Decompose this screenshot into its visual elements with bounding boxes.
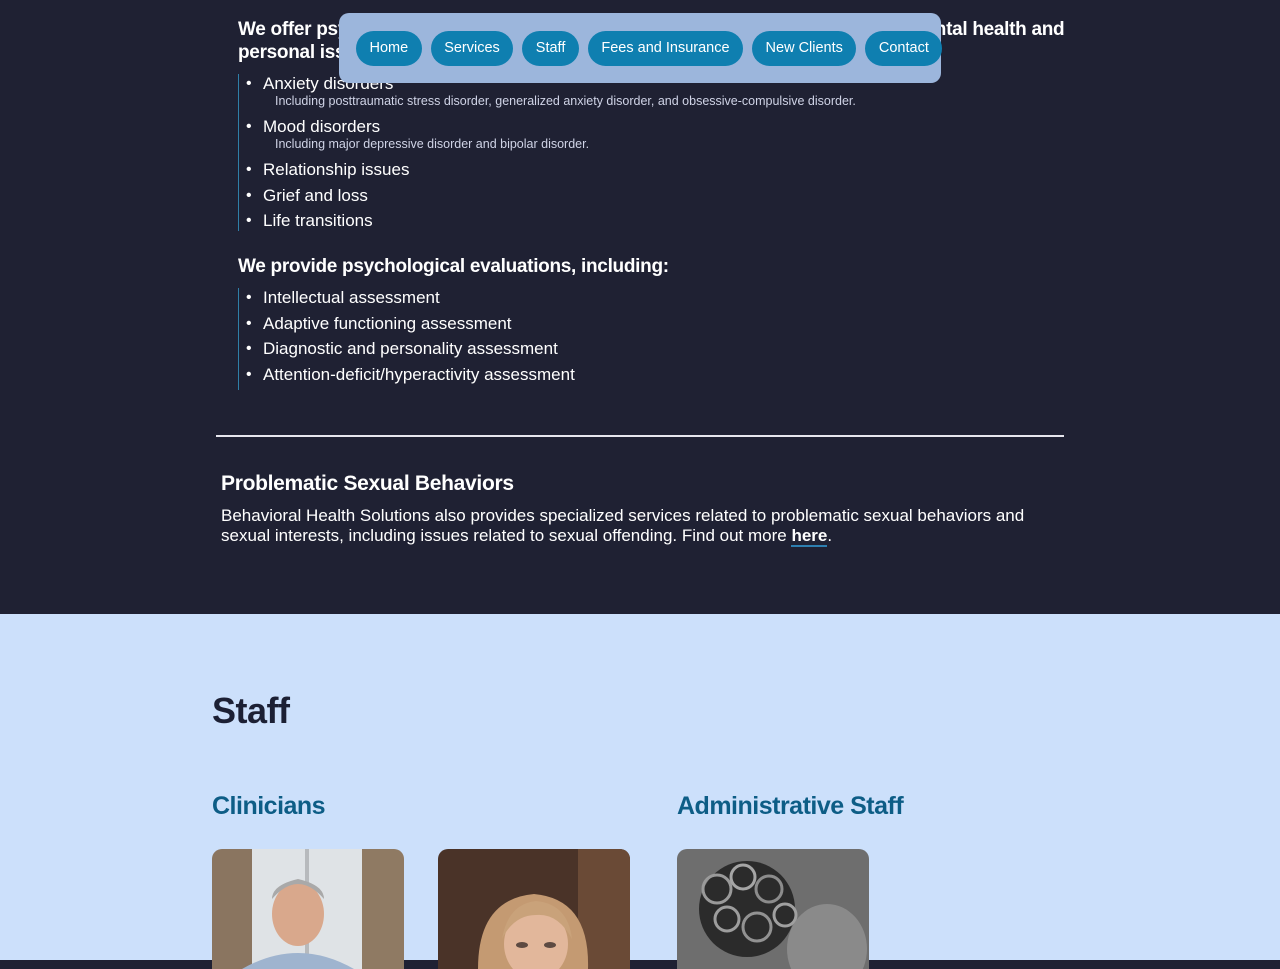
main-navigation: Home Services Staff Fees and Insurance N… bbox=[339, 13, 943, 83]
nav-services-button[interactable]: Services bbox=[430, 31, 514, 66]
list-item: • Diagnostic and personality assessment bbox=[246, 339, 558, 358]
clinicians-heading: Clinicians bbox=[212, 792, 326, 820]
condition-label: Relationship issues bbox=[263, 160, 410, 179]
psb-title: Problematic Sexual Behaviors bbox=[221, 472, 514, 495]
nav-fees-button[interactable]: Fees and Insurance bbox=[587, 31, 744, 66]
evaluation-label: Intellectual assessment bbox=[263, 288, 440, 307]
staff-section: Staff Clinicians Administrative Staff bbox=[0, 614, 1280, 969]
condition-detail: Including posttraumatic stress disorder,… bbox=[275, 94, 856, 108]
services-section: We offer psychotherapy for children, ado… bbox=[0, 0, 1280, 614]
evaluations-heading: We provide psychological evaluations, in… bbox=[238, 256, 669, 277]
condition-label: Grief and loss bbox=[263, 185, 368, 205]
portrait-image bbox=[677, 849, 869, 969]
staff-heading: Staff bbox=[212, 690, 290, 731]
evaluation-label: Attention-deficit/hyperactivity assessme… bbox=[263, 364, 575, 384]
list-item: • Grief and loss bbox=[246, 185, 368, 205]
psb-here-link[interactable]: here bbox=[791, 526, 828, 547]
clinician-photo-2[interactable] bbox=[438, 849, 630, 969]
portrait-image bbox=[438, 849, 630, 969]
list-item: • Adaptive functioning assessment bbox=[246, 313, 512, 333]
list-item: • Life transitions bbox=[246, 211, 373, 230]
psb-text-end: . bbox=[827, 526, 833, 545]
psb-text: Behavioral Health Solutions also provide… bbox=[221, 506, 1025, 545]
nav-staff-button[interactable]: Staff bbox=[522, 31, 579, 66]
conditions-list: • Anxiety disorders Including posttrauma… bbox=[238, 74, 1068, 231]
administrative-staff-heading: Administrative Staff bbox=[677, 792, 904, 820]
evaluation-label: Diagnostic and personality assessment bbox=[263, 339, 558, 358]
evaluation-label: Adaptive functioning assessment bbox=[263, 313, 512, 333]
psb-description: Behavioral Health Solutions also provide… bbox=[221, 506, 1061, 547]
condition-detail: Including major depressive disorder and … bbox=[275, 137, 590, 151]
evaluations-list: • Intellectual assessment • Adaptive funct… bbox=[238, 288, 863, 390]
portrait-image bbox=[212, 849, 404, 969]
nav-home-button[interactable]: Home bbox=[356, 31, 422, 66]
condition-label: Life transitions bbox=[263, 211, 373, 230]
condition-label: Mood disorders bbox=[263, 117, 381, 136]
admin-staff-photo-1[interactable] bbox=[677, 849, 869, 969]
list-item: • Attention-deficit/hyperactivity assessm… bbox=[246, 364, 575, 384]
clinician-photo-1[interactable] bbox=[212, 849, 404, 969]
nav-contact-button[interactable]: Contact bbox=[865, 31, 943, 66]
list-item: • Intellectual assessment bbox=[246, 288, 440, 307]
list-item: • Relationship issues bbox=[246, 160, 410, 179]
nav-new-clients-button[interactable]: New Clients bbox=[752, 31, 857, 66]
list-item: • Mood disorders Including major depress… bbox=[246, 117, 1068, 152]
section-divider bbox=[216, 435, 1064, 437]
